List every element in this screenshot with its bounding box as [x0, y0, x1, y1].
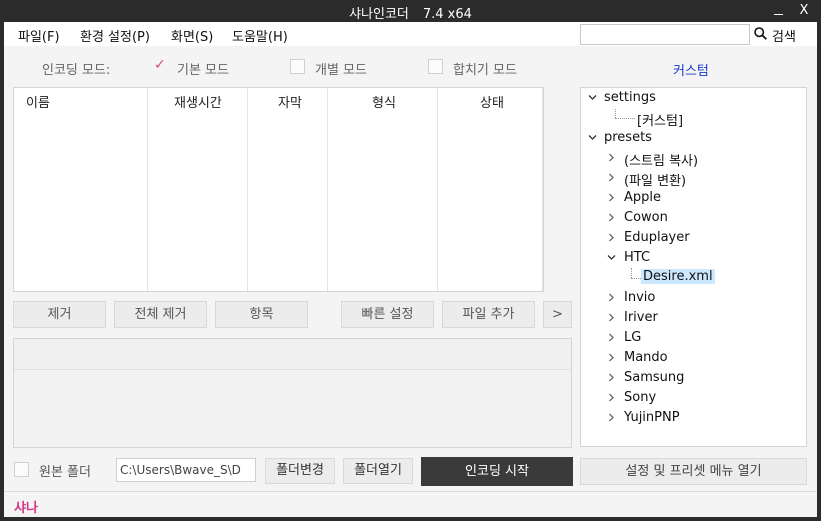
remove-button[interactable]: 제거	[13, 301, 106, 328]
search-input[interactable]	[580, 24, 750, 45]
status-text: 샤나	[14, 501, 38, 516]
add-file-button[interactable]: 파일 추가	[442, 301, 535, 328]
tree-node-cowon[interactable]: Cowon	[624, 210, 668, 225]
chevron-right-icon[interactable]	[607, 293, 616, 302]
items-button[interactable]: 항목	[215, 301, 308, 328]
basic-mode-label: 기본 모드	[177, 63, 229, 78]
app-name: 샤나인코더	[349, 7, 409, 22]
merge-mode-label: 합치기 모드	[453, 63, 517, 78]
close-button[interactable]: X	[794, 1, 814, 21]
search-button[interactable]: 검색	[772, 26, 796, 45]
open-settings-menu-button[interactable]: 설정 및 프리셋 메뉴 열기	[580, 458, 807, 485]
chevron-right-icon[interactable]	[607, 213, 616, 222]
column-subtitle[interactable]: 자막	[278, 92, 302, 111]
tree-node-eduplayer[interactable]: Eduplayer	[624, 230, 690, 245]
column-divider	[542, 88, 543, 291]
window-title: 샤나인코더 7.4 x64	[0, 3, 821, 22]
open-folder-button[interactable]: 폴더열기	[343, 458, 413, 484]
tree-line	[615, 109, 616, 118]
chevron-right-icon[interactable]	[607, 153, 616, 162]
log-header	[14, 339, 571, 370]
tree-node-file-convert[interactable]: (파일 변환)	[624, 170, 686, 189]
chevron-right-icon[interactable]	[607, 173, 616, 182]
custom-preset-link[interactable]: 커스텀	[673, 60, 709, 79]
chevron-right-icon[interactable]	[607, 193, 616, 202]
menu-file[interactable]: 파일(F)	[18, 26, 60, 45]
column-divider	[147, 88, 148, 291]
tree-node-stream-copy[interactable]: (스트림 복사)	[624, 150, 698, 169]
individual-mode-checkbox[interactable]	[290, 59, 305, 74]
tree-node-samsung[interactable]: Samsung	[624, 370, 684, 385]
tree-node-yujinpnp[interactable]: YujinPNP	[624, 410, 680, 425]
source-folder-checkbox[interactable]	[14, 462, 29, 477]
menu-view[interactable]: 화면(S)	[171, 26, 213, 45]
remove-all-button[interactable]: 전체 제거	[114, 301, 207, 328]
source-folder-label: 원본 폴더	[39, 465, 91, 480]
menu-bar: 파일(F) 환경 설정(P) 화면(S) 도움말(H) 검색	[4, 22, 817, 46]
tree-node-htc[interactable]: HTC	[624, 250, 650, 265]
more-button[interactable]: >	[543, 301, 572, 328]
chevron-down-icon[interactable]	[588, 93, 597, 102]
tree-node-apple[interactable]: Apple	[624, 190, 661, 205]
encoding-mode-label: 인코딩 모드:	[42, 63, 111, 78]
chevron-right-icon[interactable]	[607, 373, 616, 382]
start-encoding-button[interactable]: 인코딩 시작	[421, 457, 573, 486]
output-path-field[interactable]: C:\Users\Bwave_S\D	[116, 458, 256, 482]
tree-node-iriver[interactable]: Iriver	[624, 310, 658, 325]
status-bar: 샤나	[4, 491, 817, 517]
quick-settings-button[interactable]: 빠른 설정	[341, 301, 434, 328]
column-divider	[327, 88, 328, 291]
title-bar: 샤나인코더 7.4 x64 X	[0, 0, 821, 22]
file-list[interactable]: 이름 재생시간 자막 형식 상태	[13, 87, 544, 292]
chevron-right-icon[interactable]	[607, 393, 616, 402]
check-icon: ✓	[154, 57, 166, 73]
search-icon[interactable]	[754, 27, 767, 40]
tree-node-custom[interactable]: [커스텀]	[637, 110, 683, 129]
tree-node-desire-xml[interactable]: Desire.xml	[641, 269, 715, 284]
change-folder-button[interactable]: 폴더변경	[265, 458, 335, 484]
tree-line	[631, 278, 641, 279]
tree-node-sony[interactable]: Sony	[624, 390, 656, 405]
column-name[interactable]: 이름	[26, 92, 50, 111]
preset-tree[interactable]: settings [커스텀] presets (스트림 복사) (파일 변환) …	[580, 87, 807, 447]
main-window: 파일(F) 환경 설정(P) 화면(S) 도움말(H) 검색 인코딩 모드: ✓…	[4, 22, 817, 517]
column-duration[interactable]: 재생시간	[174, 92, 222, 111]
tree-node-invio[interactable]: Invio	[624, 290, 655, 305]
tree-node-mando[interactable]: Mando	[624, 350, 668, 365]
column-status[interactable]: 상태	[480, 92, 504, 111]
column-divider	[437, 88, 438, 291]
column-divider	[247, 88, 248, 291]
chevron-down-icon[interactable]	[607, 253, 616, 262]
chevron-down-icon[interactable]	[588, 133, 597, 142]
chevron-right-icon[interactable]	[607, 233, 616, 242]
minimize-button[interactable]	[768, 1, 788, 21]
chevron-right-icon[interactable]	[607, 333, 616, 342]
menu-preferences[interactable]: 환경 설정(P)	[80, 26, 150, 45]
chevron-right-icon[interactable]	[607, 353, 616, 362]
menu-help[interactable]: 도움말(H)	[232, 26, 288, 45]
tree-node-lg[interactable]: LG	[624, 330, 641, 345]
log-panel	[13, 338, 572, 448]
app-version: 7.4 x64	[422, 7, 472, 22]
individual-mode-label: 개별 모드	[315, 63, 367, 78]
column-format[interactable]: 형식	[372, 92, 396, 111]
basic-mode-checkbox[interactable]: ✓	[152, 57, 167, 74]
tree-node-presets[interactable]: presets	[604, 130, 652, 145]
tree-line	[631, 268, 632, 278]
merge-mode-checkbox[interactable]	[428, 59, 443, 74]
chevron-right-icon[interactable]	[607, 413, 616, 422]
chevron-right-icon[interactable]	[607, 313, 616, 322]
tree-line	[615, 118, 635, 119]
tree-node-settings[interactable]: settings	[604, 90, 656, 105]
